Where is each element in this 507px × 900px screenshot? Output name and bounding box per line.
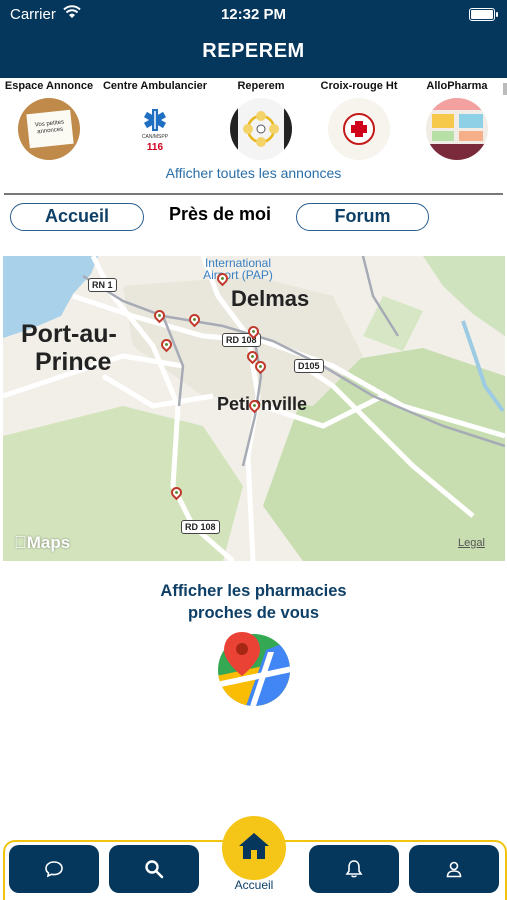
apple-logo-icon: : [14, 533, 27, 552]
announcement-note: Vos petites annonces: [26, 109, 74, 149]
ambulance-caption: CAN/MSPP: [141, 134, 169, 140]
chat-bubble-icon: [45, 861, 63, 878]
app-title: REPEREM: [202, 40, 305, 62]
search-icon: [145, 860, 164, 879]
partner-label: Espace Annonce: [4, 80, 94, 92]
clock: 12:32 PM: [220, 6, 287, 23]
partner-allopharma[interactable]: AlloPharma: [418, 78, 496, 160]
home-icon: [239, 833, 269, 859]
partner-espace-annonce[interactable]: Espace Annonce Vos petites annonces: [0, 78, 98, 160]
carousel-next-peek: [503, 83, 507, 95]
battery-icon: [469, 8, 498, 21]
partner-thumbnail: [230, 98, 292, 160]
map-pin-icon[interactable]: [216, 630, 292, 706]
emergency-number: 116: [146, 142, 164, 153]
bell-icon: [345, 860, 363, 878]
partner-thumbnail: CAN/MSPP 116: [124, 98, 186, 160]
user-icon: [446, 861, 462, 878]
partners-carousel[interactable]: Espace Annonce Vos petites annonces Cent…: [0, 78, 507, 166]
port-au-prince-label-line2: Prince: [35, 348, 112, 376]
profile-button[interactable]: [409, 845, 499, 893]
maps-attribution: Maps: [14, 533, 70, 552]
delmas-label: Delmas: [231, 286, 310, 311]
road-shield-rn1: RN 1: [88, 278, 117, 292]
partner-reperem[interactable]: Reperem: [222, 78, 300, 160]
partner-label: AlloPharma: [426, 80, 488, 92]
top-bar: Carrier 12:32 PM REPEREM: [0, 0, 507, 78]
partner-label: Reperem: [237, 80, 285, 92]
cta-line-2: proches de vous: [187, 604, 320, 622]
reperem-diagram-icon: [230, 98, 292, 160]
cta-line-1: Afficher les pharmacies: [160, 582, 347, 600]
status-bar: Carrier 12:32 PM: [0, 0, 507, 30]
airport-label: International Airport (PAP): [203, 256, 273, 282]
road-shield-rd108-south: RD 108: [181, 520, 220, 534]
search-button[interactable]: [109, 845, 199, 893]
red-cross-icon: [343, 113, 375, 145]
tab-home[interactable]: Accueil: [10, 203, 144, 231]
chat-button[interactable]: [9, 845, 99, 893]
road-shield-d105: D105: [294, 359, 324, 373]
tab-nearby[interactable]: Près de moi: [150, 204, 290, 225]
apple-maps-logo: Maps: [14, 533, 70, 553]
home-button[interactable]: [222, 816, 286, 880]
partner-thumbnail: Vos petites annonces: [18, 98, 80, 160]
partner-thumbnail: [426, 98, 488, 160]
pharmacy-map[interactable]: International Airport (PAP) Delmas Port-…: [3, 256, 505, 561]
partner-croix-rouge[interactable]: Croix-rouge Ht: [312, 78, 406, 160]
partner-label: Croix-rouge Ht: [320, 80, 398, 92]
map-legal-link[interactable]: Legal: [458, 537, 485, 549]
petionville-label: Petionville: [217, 394, 308, 414]
show-all-announcements-link[interactable]: Afficher toutes les annonces: [0, 165, 507, 181]
partner-label: Centre Ambulancier: [102, 80, 208, 92]
home-label: Accueil: [234, 878, 274, 892]
partner-centre-ambulancier[interactable]: Centre Ambulancier CAN/MSPP 116: [96, 78, 214, 160]
pharmacy-flyer-icon: [426, 98, 488, 160]
nearby-pharmacies-prompt: Afficher les pharmacies proches de vous: [0, 580, 507, 624]
notifications-button[interactable]: [309, 845, 399, 893]
section-divider: [4, 193, 503, 195]
port-au-prince-label-line1: Port-au-: [21, 320, 117, 348]
partner-thumbnail: [328, 98, 390, 160]
tab-forum[interactable]: Forum: [296, 203, 429, 231]
